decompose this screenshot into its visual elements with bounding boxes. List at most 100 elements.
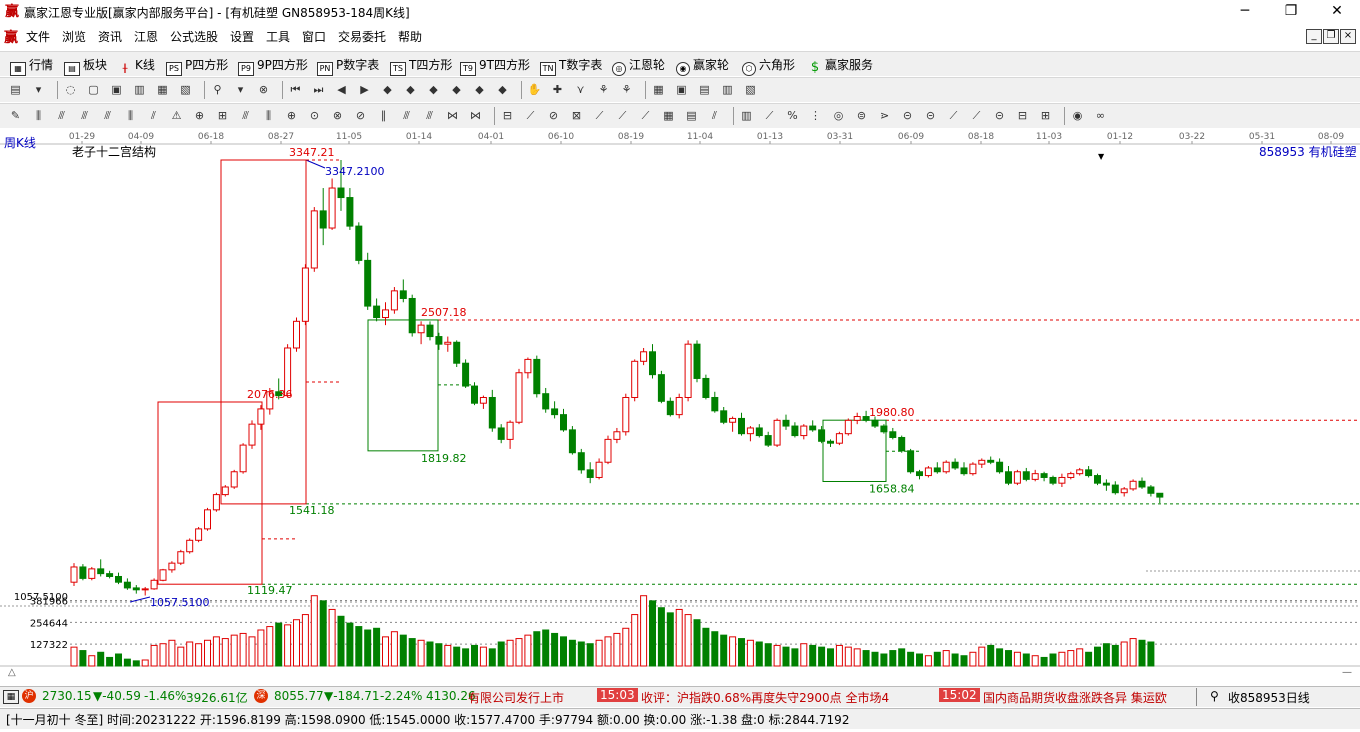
tool-icon[interactable]: ▶ [357,83,372,97]
tool-icon[interactable]: ⊝ [923,109,938,123]
menu-logo-icon[interactable]: 赢 [4,27,18,47]
tool-icon[interactable]: ▥ [739,109,754,123]
toolbar-tnumber-button[interactable]: TN T数字表 [540,56,602,76]
tool-icon[interactable]: ⋎ [573,83,588,97]
tool-icon[interactable]: ∞ [1093,109,1108,123]
tool-icon[interactable]: ⚲ [210,83,225,97]
tool-icon[interactable]: ◎ [831,109,846,123]
chart-area[interactable]: 01-29 04-09 06-18 08-27 11-05 01-14 04-01 06-10… [0,130,1360,683]
tool-icon[interactable]: ◆ [403,83,418,97]
menu-file[interactable]: 文件 [26,28,50,45]
tool-icon[interactable]: ⊟ [500,109,515,123]
menu-trade[interactable]: 交易委托 [338,28,386,45]
toolbar-hexagon-button[interactable]: ⬡ 六角形 [742,56,795,76]
tool-icon[interactable]: ⊕ [192,109,207,123]
tool-icon[interactable]: ⟋ [615,109,630,123]
tool-icon[interactable]: ⟋ [523,109,538,123]
tool-icon[interactable]: ✎ [8,109,23,123]
tool-icon[interactable]: ✋ [527,83,542,97]
tool-icon[interactable]: ⋈ [468,109,483,123]
tool-icon[interactable]: ▣ [109,83,124,97]
tool-icon[interactable]: ▥ [132,83,147,97]
tool-icon[interactable]: ⟋ [969,109,984,123]
tool-icon[interactable]: ⫼ [123,109,138,123]
maximize-button[interactable]: ❐ [1268,0,1314,24]
tool-icon[interactable]: ⟋ [638,109,653,123]
menu-settings[interactable]: 设置 [230,28,254,45]
tool-icon[interactable]: ⟋ [592,109,607,123]
toolbar-winner-wheel-button[interactable]: ◉ 赢家轮 [676,56,729,76]
toolbar-psquare-button[interactable]: PS P四方形 [166,56,228,76]
toolbar-9tsquare-button[interactable]: T9 9T四方形 [460,56,530,76]
toolbar-tsquare-button[interactable]: TS T四方形 [390,56,452,76]
news-headline-2[interactable]: 国内商品期货收盘涨跌各异 集运欧 [983,689,1193,706]
tool-icon[interactable]: ⏮ [288,83,303,97]
tool-icon[interactable]: ⋈ [445,109,460,123]
news-headline-1[interactable]: 收评：沪指跌0.68%再度失守2900点 全市场4 [641,689,889,706]
tool-icon[interactable]: ⊝ [992,109,1007,123]
menu-formula[interactable]: 公式选股 [170,28,218,45]
menu-tools[interactable]: 工具 [266,28,290,45]
tool-icon[interactable]: % [785,109,800,123]
tool-icon[interactable]: ▣ [674,83,689,97]
news-ticker-text[interactable]: 有限公司发行上市 [468,689,594,706]
tool-icon[interactable]: ▾ [233,83,248,97]
minimize-button[interactable]: ─ [1222,0,1268,24]
tool-icon[interactable]: ✚ [550,83,565,97]
tool-icon[interactable]: ⫻ [100,109,115,123]
tool-icon[interactable]: ⫼ [261,109,276,123]
tool-icon[interactable]: ⚠ [169,109,184,123]
tool-icon[interactable]: ⊕ [284,109,299,123]
close-button[interactable]: ✕ [1314,0,1360,24]
tool-icon[interactable]: ▥ [720,83,735,97]
tool-icon[interactable]: ⚘ [596,83,611,97]
tool-icon[interactable]: ⫽ [146,109,161,123]
period-label[interactable]: 周K线 [4,134,36,151]
tool-icon[interactable]: ⫻ [399,109,414,123]
tool-icon[interactable]: ◆ [380,83,395,97]
toolbar-pnumber-button[interactable]: PN P数字表 [317,56,379,76]
tool-icon[interactable]: ⫽ [707,109,722,123]
tool-icon[interactable]: ⏭ [311,83,326,97]
tool-icon[interactable]: ⫼ [31,109,46,123]
tool-icon[interactable]: ▦ [661,109,676,123]
tool-icon[interactable]: ⊟ [1015,109,1030,123]
tool-icon[interactable]: ◆ [472,83,487,97]
tool-icon[interactable]: ⊗ [256,83,271,97]
tool-icon[interactable]: ⊘ [353,109,368,123]
tool-icon[interactable]: ⟋ [946,109,961,123]
tool-icon[interactable]: ⊞ [215,109,230,123]
toolbar-service-button[interactable]: $ 赢家服务 [808,56,873,74]
toolbar-sector-button[interactable]: ▤ 板块 [64,56,107,76]
menu-info[interactable]: 资讯 [98,28,122,45]
menu-grid-icon[interactable]: ▦ [3,690,19,704]
tool-icon[interactable]: ⟋ [762,109,777,123]
tool-icon[interactable]: ▤ [684,109,699,123]
tool-icon[interactable]: ▦ [651,83,666,97]
chevron-down-icon[interactable]: ▼ [1098,152,1104,161]
tool-icon[interactable]: ⊘ [546,109,561,123]
tool-icon[interactable]: ⫻ [77,109,92,123]
toolbar-9psquare-button[interactable]: P9 9P四方形 [238,56,308,76]
menu-browse[interactable]: 浏览 [62,28,86,45]
tool-icon[interactable]: ◆ [449,83,464,97]
mdi-restore-button[interactable]: ❐ [1323,29,1339,44]
tool-icon[interactable]: ⚘ [619,83,634,97]
tool-icon[interactable]: ◌ [63,83,78,97]
mdi-close-button[interactable]: × [1340,29,1356,44]
toolbar-quotes-button[interactable]: ▦ 行情 [10,56,53,76]
tool-icon[interactable]: ⫻ [54,109,69,123]
tool-icon[interactable]: ▤ [8,83,23,97]
tool-icon[interactable]: ⊝ [900,109,915,123]
tool-icon[interactable]: ⫻ [422,109,437,123]
tool-icon[interactable]: ◆ [495,83,510,97]
tool-icon[interactable]: ▧ [178,83,193,97]
menu-window[interactable]: 窗口 [302,28,326,45]
mdi-minimize-button[interactable]: _ [1306,29,1322,44]
tool-icon[interactable]: ▢ [86,83,101,97]
tool-icon[interactable]: ▧ [743,83,758,97]
tool-icon[interactable]: ▾ [31,83,46,97]
tool-icon[interactable]: ⊙ [307,109,322,123]
tool-icon[interactable]: ⋮ [808,109,823,123]
tool-icon[interactable]: ⫻ [238,109,253,123]
